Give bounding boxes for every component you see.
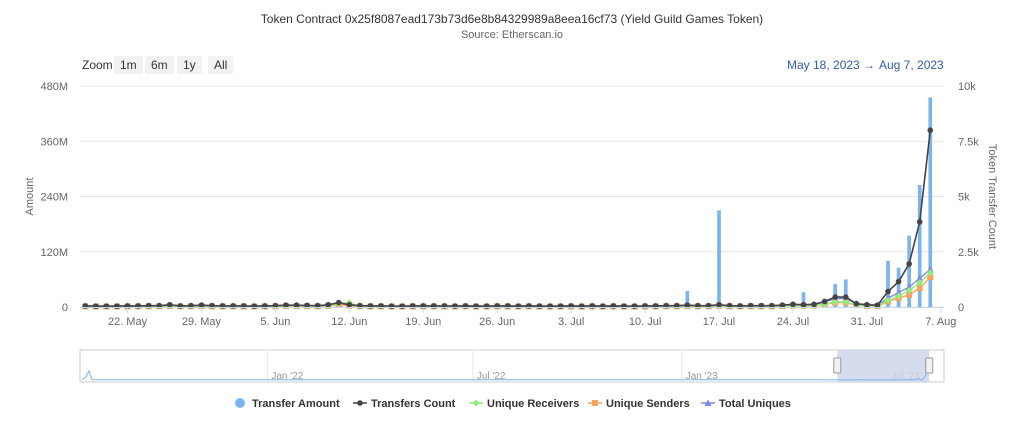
- transfers-count-point[interactable]: [335, 299, 342, 306]
- legend-label: Transfers Count: [371, 398, 456, 410]
- transfers-count-point[interactable]: [906, 261, 912, 267]
- transfers-count-point[interactable]: [621, 303, 627, 309]
- x-tick-label: 29. May: [182, 316, 222, 328]
- transfers-count-point[interactable]: [578, 303, 585, 309]
- navigator-label: Jul '22: [477, 371, 506, 382]
- transfers-count-point[interactable]: [399, 303, 405, 309]
- chart-svg: 0 120M 240M 360M 480M 0 2.5k 5k 7.5k 10k Amount Tok…: [24, 81, 998, 410]
- transfers-count-point[interactable]: [473, 303, 479, 309]
- y-left-tick-label: 120M: [40, 247, 68, 259]
- legend-item-unique-senders[interactable]: Unique Senders: [588, 398, 690, 410]
- y-right-tick-label: 2.5k: [958, 247, 979, 259]
- transfers-count-point[interactable]: [346, 301, 353, 308]
- transfers-count-point[interactable]: [325, 301, 332, 308]
- x-tick-label: 26. Jun: [479, 316, 515, 328]
- transfers-count-point[interactable]: [864, 301, 870, 308]
- x-tick-label: 3. Jul: [558, 316, 584, 328]
- y-left-tick-label: 240M: [40, 192, 68, 204]
- navigator-frame[interactable]: [79, 349, 945, 383]
- transfers-count-point[interactable]: [483, 303, 490, 309]
- transfers-count-point[interactable]: [895, 278, 902, 285]
- y-right-tick-label: 0: [958, 302, 964, 314]
- legend-item-transfer-amount[interactable]: Transfer Amount: [235, 398, 340, 410]
- y-right-tick-label: 7.5k: [958, 136, 979, 148]
- legend-item-total-uniques[interactable]: Total Uniques: [701, 398, 791, 410]
- x-tick-label: 31. Jul: [851, 316, 883, 328]
- y-right-tick-label: 10k: [958, 81, 976, 93]
- transfers-count-point[interactable]: [927, 127, 934, 133]
- transfers-count-point[interactable]: [547, 303, 553, 309]
- transfers-count-point[interactable]: [515, 303, 522, 309]
- x-tick-label: 5. Jun: [260, 316, 290, 328]
- y-left-tick-label: 360M: [40, 136, 68, 148]
- transfers-count-line[interactable]: [85, 130, 932, 307]
- y-left-tick-label: 480M: [40, 81, 68, 93]
- transfers-count-point[interactable]: [600, 303, 606, 309]
- navigator-label: Jan '22: [271, 371, 303, 382]
- y-right-axis-title: Token Transfer Count: [986, 144, 998, 249]
- transfers-count-point[interactable]: [251, 303, 258, 309]
- legend-symbol[interactable]: [592, 400, 598, 406]
- transfers-count-point[interactable]: [536, 303, 543, 309]
- transfers-count-point[interactable]: [916, 219, 923, 225]
- transfers-count-point[interactable]: [790, 301, 796, 308]
- transfers-count-point[interactable]: [800, 301, 807, 308]
- transfers-count-point[interactable]: [716, 301, 722, 308]
- x-tick-label: 7. Aug: [925, 316, 956, 328]
- x-tick-label: 24. Jul: [777, 316, 809, 328]
- x-tick-label: 22. May: [108, 316, 148, 328]
- transfers-count-point[interactable]: [452, 303, 458, 309]
- y-left-tick-label: 0: [62, 302, 68, 314]
- transfers-count-point[interactable]: [811, 301, 817, 308]
- legend-symbol[interactable]: [472, 399, 480, 407]
- transfers-count-point[interactable]: [114, 303, 120, 309]
- y-right-tick-label: 5k: [958, 192, 970, 204]
- transfers-count-point[interactable]: [842, 294, 849, 300]
- y-left-axis-title: Amount: [24, 178, 36, 216]
- transfers-count-point[interactable]: [388, 303, 395, 309]
- chart-container: Token Contract 0x25f8087ead173b73d6e8b84…: [0, 0, 1024, 427]
- legend-symbol[interactable]: [357, 400, 363, 406]
- transfers-count-point[interactable]: [821, 298, 828, 305]
- legend-label: Unique Receivers: [487, 398, 579, 410]
- transfers-count-point[interactable]: [166, 301, 173, 308]
- legend-label: Unique Senders: [606, 398, 690, 410]
- x-tick-label: 17. Jul: [703, 316, 735, 328]
- navigator-selected-range[interactable]: [837, 350, 930, 382]
- legend-label: Transfer Amount: [252, 398, 340, 410]
- x-tick-label: 12. Jun: [331, 316, 367, 328]
- transfers-count-point[interactable]: [631, 303, 638, 309]
- navigator-label: Jan '23: [686, 371, 718, 382]
- transfers-count-point[interactable]: [103, 303, 110, 309]
- navigator-right-handle[interactable]: [925, 357, 934, 374]
- transfers-count-point[interactable]: [93, 303, 99, 309]
- navigator-left-handle[interactable]: [833, 357, 842, 374]
- transfer-amount-bar[interactable]: [717, 210, 721, 307]
- legend-symbol: [235, 398, 245, 408]
- transfers-count-point[interactable]: [885, 288, 891, 295]
- x-tick-label: 10. Jul: [629, 316, 661, 328]
- transfers-count-point[interactable]: [853, 300, 860, 307]
- x-tick-label: 19. Jun: [405, 316, 441, 328]
- legend-item-transfers-count[interactable]: Transfers Count: [353, 398, 456, 410]
- legend-label: Total Uniques: [719, 398, 791, 410]
- transfers-count-point[interactable]: [557, 303, 564, 309]
- legend-item-unique-receivers[interactable]: Unique Receivers: [469, 398, 579, 410]
- transfers-count-point[interactable]: [832, 294, 839, 300]
